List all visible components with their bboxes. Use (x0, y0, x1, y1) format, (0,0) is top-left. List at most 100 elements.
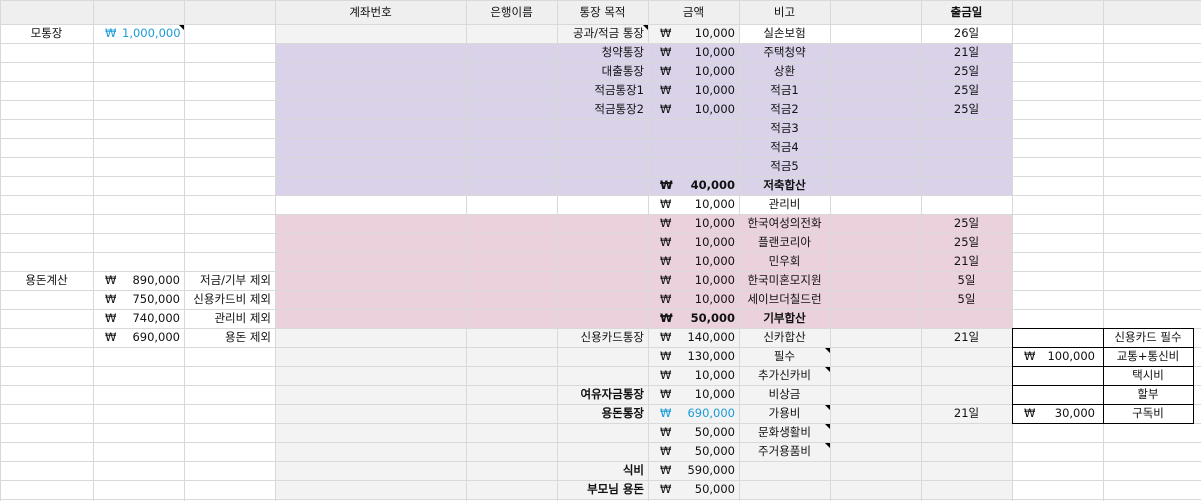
cell-text[interactable]: 모통장 (4, 24, 89, 43)
cell-text[interactable]: 50,000 (652, 309, 735, 328)
cell-text[interactable]: 21일 (925, 404, 1008, 423)
cell-text[interactable]: 공과/적금 통장 (561, 24, 644, 43)
cell-text[interactable]: 10,000 (652, 24, 735, 43)
cell-text[interactable]: 할부 (1107, 385, 1189, 404)
cell-text[interactable]: 40,000 (652, 176, 735, 195)
cell-text[interactable]: 관리비 (743, 195, 826, 214)
cell-text[interactable]: 적금통장2 (561, 100, 644, 119)
cell-text[interactable]: 5일 (925, 271, 1008, 290)
grid-hline (0, 138, 1201, 139)
cell-text[interactable]: 계좌번호 (279, 3, 462, 22)
cell-text[interactable]: 21일 (925, 43, 1008, 62)
cell-text[interactable]: 26일 (925, 24, 1008, 43)
cell-text[interactable]: 금액 (652, 3, 735, 22)
cell-text[interactable]: 30,000 (1016, 404, 1095, 423)
cell-text[interactable]: 주택청약 (743, 43, 826, 62)
cell-text[interactable]: 세이브더칠드런 (743, 290, 826, 309)
cell-text[interactable]: 관리비 제외 (188, 309, 271, 328)
cell-text[interactable]: 50,000 (652, 423, 735, 442)
cell-text[interactable]: 용돈 제외 (188, 328, 271, 347)
cell-text[interactable]: 적금통장1 (561, 81, 644, 100)
cell-text[interactable]: 출금일 (925, 3, 1008, 22)
cell-text[interactable]: 청약통장 (561, 43, 644, 62)
cell-text[interactable]: 한국여성의전화 (743, 214, 826, 233)
cell-text[interactable]: 가용비 (743, 404, 826, 423)
cell-text[interactable]: 100,000 (1016, 347, 1095, 366)
cell-text[interactable]: 민우회 (743, 252, 826, 271)
cell-text[interactable]: 890,000 (97, 271, 180, 290)
cell-text[interactable]: 여유자금통장 (561, 385, 644, 404)
cell-text[interactable]: 750,000 (97, 290, 180, 309)
cell-text[interactable]: 690,000 (97, 328, 180, 347)
cell-text[interactable]: 10,000 (652, 271, 735, 290)
cell-text[interactable]: 적금2 (743, 100, 826, 119)
cell-text[interactable]: 140,000 (652, 328, 735, 347)
cell-text[interactable]: 10,000 (652, 385, 735, 404)
cell-text[interactable]: 10,000 (652, 43, 735, 62)
cell-text[interactable]: 590,000 (652, 461, 735, 480)
grid-vline (93, 0, 94, 501)
cell-text[interactable]: 25일 (925, 81, 1008, 100)
cell-text[interactable]: 적금4 (743, 138, 826, 157)
cell-text[interactable]: 25일 (925, 233, 1008, 252)
cell-text[interactable]: 부모님 용돈 (561, 480, 644, 499)
cell-text[interactable]: 10,000 (652, 252, 735, 271)
cell-text[interactable]: 10,000 (652, 81, 735, 100)
cell-text[interactable]: 대출통장 (561, 62, 644, 81)
cell-text[interactable]: 130,000 (652, 347, 735, 366)
cell-text[interactable]: 플랜코리아 (743, 233, 826, 252)
cell-text[interactable]: 문화생활비 (743, 423, 826, 442)
cell-text[interactable]: 비고 (743, 3, 826, 22)
cell-text[interactable]: 10,000 (652, 195, 735, 214)
cell-text[interactable]: 용돈통장 (561, 404, 644, 423)
cell-text[interactable]: 21일 (925, 252, 1008, 271)
cell-text[interactable]: 한국미혼모지원 (743, 271, 826, 290)
cell-text[interactable]: 주거용품비 (743, 442, 826, 461)
cell-text[interactable]: 저금/기부 제외 (188, 271, 271, 290)
cell-text[interactable]: 740,000 (97, 309, 180, 328)
cell-text[interactable]: 필수 (743, 347, 826, 366)
cell-text[interactable]: 10,000 (652, 366, 735, 385)
cell-text[interactable]: 신용카드 필수 (1107, 328, 1189, 347)
cell-text[interactable]: 식비 (561, 461, 644, 480)
cell-text[interactable]: 10,000 (652, 62, 735, 81)
grid-hline (0, 214, 1201, 215)
cell-text[interactable]: 적금5 (743, 157, 826, 176)
grid-vline (648, 0, 649, 501)
cell-text[interactable]: 구독비 (1107, 404, 1189, 423)
cell-text[interactable]: 비상금 (743, 385, 826, 404)
cell-text[interactable]: 실손보험 (743, 24, 826, 43)
cell-text[interactable]: 10,000 (652, 233, 735, 252)
cell-text[interactable]: 21일 (925, 328, 1008, 347)
cell-text[interactable]: 신용카드비 제외 (188, 290, 271, 309)
comment-indicator (825, 367, 830, 372)
cell-text[interactable]: 신용카드통장 (561, 328, 644, 347)
cell-text[interactable]: 5일 (925, 290, 1008, 309)
grid-hline (0, 157, 1201, 158)
cell-text[interactable]: 용돈계산 (4, 271, 89, 290)
grid-vline (466, 0, 467, 501)
cell-text[interactable]: 690,000 (652, 404, 735, 423)
cell-text[interactable]: 저축합산 (743, 176, 826, 195)
cell-text[interactable]: 25일 (925, 62, 1008, 81)
cell-text[interactable]: 은행이름 (470, 3, 553, 22)
cell-text[interactable]: 통장 목적 (561, 3, 644, 22)
cell-text[interactable]: 교통+통신비 (1107, 347, 1189, 366)
cell-text[interactable]: 50,000 (652, 442, 735, 461)
cell-text[interactable]: 적금3 (743, 119, 826, 138)
cell-text[interactable]: 추가신카비 (743, 366, 826, 385)
grid-hline (0, 309, 1201, 310)
cell-text[interactable]: 적금1 (743, 81, 826, 100)
cell-text[interactable]: 1,000,000 (122, 24, 205, 43)
cell-text[interactable]: 신카합산 (743, 328, 826, 347)
grid-vline (275, 0, 276, 501)
cell-text[interactable]: 25일 (925, 214, 1008, 233)
cell-text[interactable]: 10,000 (652, 290, 735, 309)
cell-text[interactable]: 택시비 (1107, 366, 1189, 385)
cell-text[interactable]: 50,000 (652, 480, 735, 499)
cell-text[interactable]: 상환 (743, 62, 826, 81)
cell-text[interactable]: 25일 (925, 100, 1008, 119)
cell-text[interactable]: 기부합산 (743, 309, 826, 328)
cell-text[interactable]: 10,000 (652, 214, 735, 233)
cell-text[interactable]: 10,000 (652, 100, 735, 119)
